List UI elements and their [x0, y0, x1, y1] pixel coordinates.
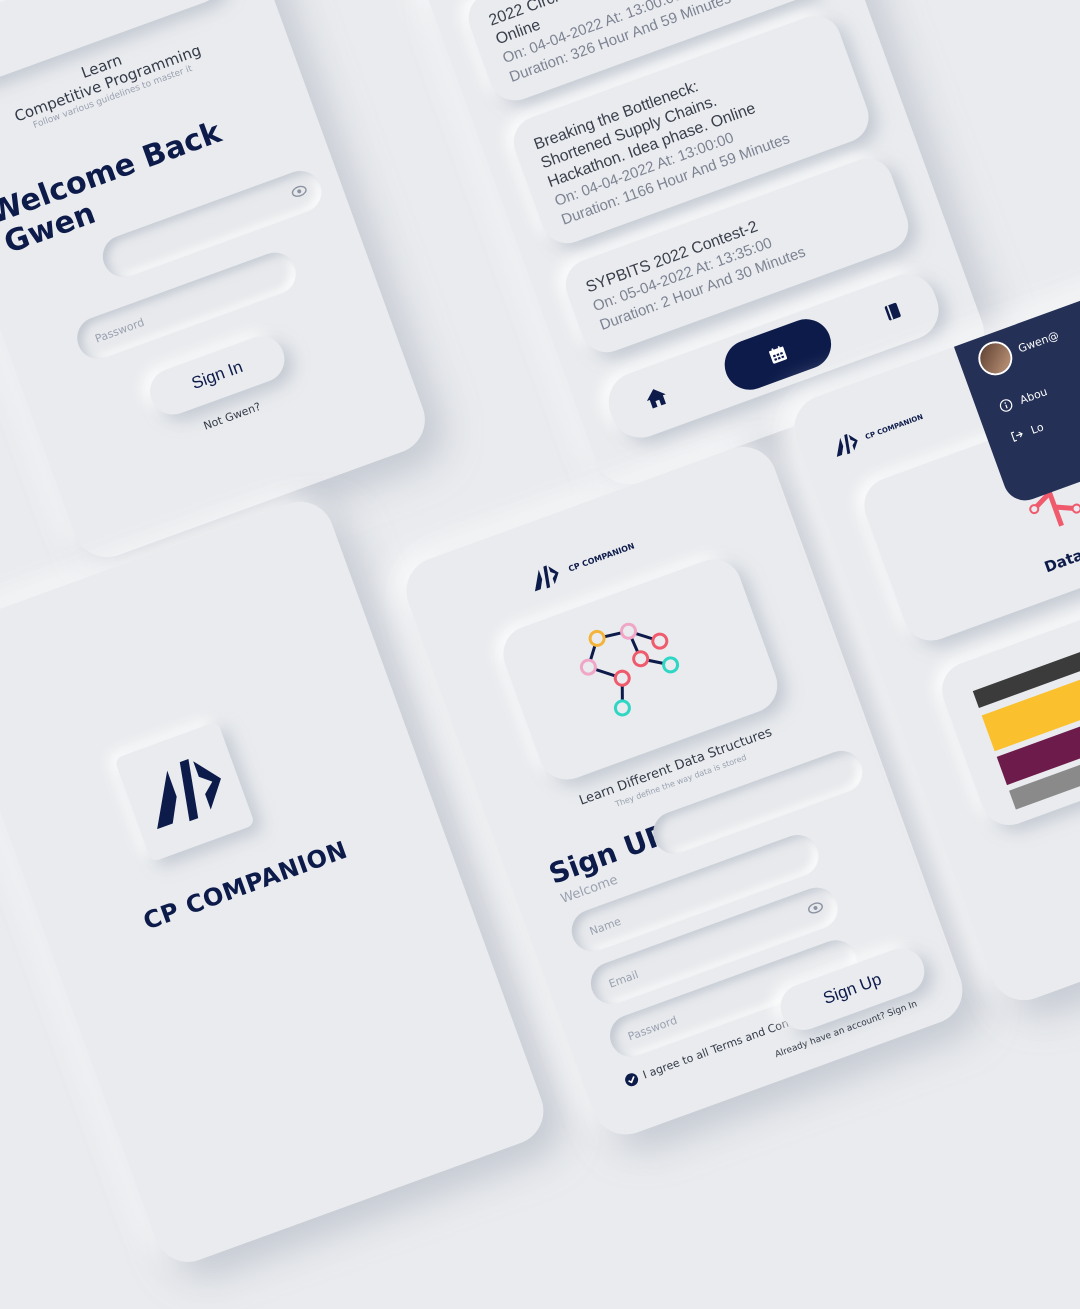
nav-book-button[interactable]	[880, 298, 908, 326]
calendar-icon	[768, 345, 788, 364]
sign-in-label: Sign In	[188, 357, 246, 393]
dashboard-brand: CP COMPANION	[827, 403, 928, 464]
book-icon	[884, 302, 901, 321]
eye-icon[interactable]	[805, 898, 826, 919]
menu-item-logout[interactable]: Lo	[1008, 420, 1045, 445]
card-title: Data S	[1041, 540, 1080, 577]
password-placeholder: Password	[626, 1013, 679, 1043]
nav-home-button[interactable]	[641, 382, 674, 415]
menu-about-label: Abou	[1017, 384, 1049, 407]
cp-logo-icon	[836, 433, 858, 457]
info-icon	[999, 399, 1013, 412]
menu-item-about[interactable]: Abou	[997, 384, 1049, 414]
cp-logo-icon	[157, 759, 221, 830]
eye-icon[interactable]	[289, 181, 310, 202]
cp-logo-icon	[534, 565, 559, 592]
email-placeholder: Email	[606, 967, 640, 991]
password-placeholder: Password	[93, 315, 146, 346]
avatar[interactable]	[976, 339, 1015, 378]
app-logo-tile	[114, 721, 256, 863]
user-email: Gwen@	[1016, 328, 1061, 356]
brand-name: CP COMPANION	[864, 412, 925, 442]
login-screen: Learn Competitive Programming Follow var…	[0, 0, 435, 567]
menu-logout-label: Lo	[1028, 419, 1046, 437]
sign-up-label: Sign Up	[820, 969, 884, 1009]
name-placeholder: Name	[587, 914, 623, 938]
signup-brand: CP COMPANION	[523, 529, 640, 599]
nav-calendar-button[interactable]	[717, 312, 839, 397]
home-icon	[646, 389, 666, 409]
brand-name: CP COMPANION	[567, 540, 636, 574]
logout-icon	[1010, 431, 1023, 442]
tree-illustration-icon	[579, 622, 680, 717]
